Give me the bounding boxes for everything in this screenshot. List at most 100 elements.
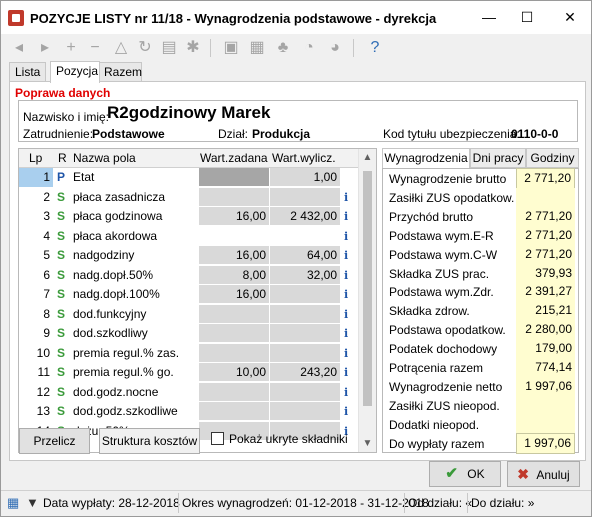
ok-button[interactable]: ✔ OK [429,461,501,487]
table-row[interactable]: 10 Spremia regul.% zas. i [19,343,358,363]
position-panel: Poprawa danych Nazwisko i imię: R2godzin… [9,81,586,461]
help-icon[interactable]: ? [365,38,385,58]
table-row[interactable]: 5 Snadgodziny 16,00 64,00 i [19,246,358,265]
info-icon[interactable]: i [344,363,356,382]
row-wart-zadana[interactable]: 16,00 [199,246,269,265]
first-icon[interactable]: ◂ [9,38,29,58]
col-nazwa[interactable]: Nazwa pola [73,151,136,165]
table-row[interactable]: 7 Snadg.dopł.100% 16,00 i [19,285,358,304]
info-icon[interactable]: i [344,266,356,285]
info-icon[interactable]: i [344,246,356,265]
info-icon[interactable]: i [344,207,356,226]
minimize-button[interactable]: — [469,1,509,34]
warning-icon[interactable]: △ [111,38,131,58]
struktura-kosztow-button[interactable]: Struktura kosztów [99,428,200,454]
row-wart-zadana[interactable]: 8,00 [199,265,269,285]
info-icon[interactable]: i [344,305,356,324]
row-wart-zadana[interactable] [199,304,269,324]
row-r: S [57,326,66,340]
przelicz-button[interactable]: Przelicz [19,428,90,454]
tab-pozycja[interactable]: Pozycja [50,61,100,83]
info-icon[interactable]: i [344,383,356,402]
row-wart-wylicz: 1,00 [270,168,340,187]
scroll-up-icon[interactable]: ▲ [359,149,376,166]
user-edit-icon[interactable]: ▦ [247,38,267,58]
col-wart-wylicz[interactable]: Wart.wylicz. [272,151,336,165]
table-row[interactable]: 12 Sdod.godz.nocne i [19,382,358,402]
calendar-icon[interactable]: ▦ [7,495,19,511]
table-row[interactable]: 8 Sdod.funkcyjny i [19,304,358,324]
info-icon[interactable]: i [344,324,356,343]
summary-row: Podstawa wym.C-W 2 771,20 [383,244,578,264]
users-icon[interactable]: ♣ [273,38,293,58]
row-wart-zadana[interactable]: 16,00 [199,285,269,304]
row-lp: 6 [43,267,50,282]
user-clock-icon[interactable]: ◕ [325,38,345,58]
grid-header: Lp R Nazwa pola Wart.zadana Wart.wylicz. [19,149,376,168]
col-wart-zadana[interactable]: Wart.zadana [200,151,268,165]
cancel-button[interactable]: ✖ Anuluj [507,461,580,487]
next-icon[interactable]: ▸ [35,38,55,58]
row-name: płaca zasadnicza [73,189,166,204]
info-icon[interactable]: i [344,188,356,207]
info-icon[interactable]: i [344,402,356,421]
table-row[interactable]: 9 Sdod.szkodliwy i [19,324,358,343]
row-wart-zadana[interactable] [199,324,269,343]
add-icon[interactable]: + [61,38,81,58]
scroll-thumb[interactable] [363,171,372,406]
print-icon[interactable]: ▤ [159,38,179,58]
settings-icon[interactable]: ✱ [183,38,203,58]
close-button[interactable]: ✕ [550,1,590,34]
toolbar-separator [353,39,354,57]
remove-icon[interactable]: − [85,38,105,58]
tab-wynagrodzenia[interactable]: Wynagrodzenia [382,148,470,168]
row-wart-zadana[interactable] [199,226,269,246]
row-wart-zadana[interactable] [199,343,269,363]
tab-godziny[interactable]: Godziny [526,148,579,168]
table-row[interactable]: 1 P Etat 1,00 [19,168,358,187]
tab-razem[interactable]: Razem [98,62,142,82]
tab-lista[interactable]: Lista [9,62,46,82]
row-wart-zadana[interactable] [199,382,269,402]
row-wart-zadana[interactable]: 10,00 [199,363,269,382]
table-row[interactable]: 4 Spłaca akordowa i [19,226,358,246]
summary-value: 2 771,20 [516,225,575,245]
summary-label: Podstawa wym.Zdr. [389,285,494,300]
grid-scrollbar[interactable]: ▲ ▼ [358,149,376,452]
summary-label: Podstawa opodatkow. [389,323,506,338]
row-wart-zadana[interactable] [199,187,269,207]
row-r: S [57,365,66,379]
table-row[interactable]: 11 Spremia regul.% go. 10,00 243,20 i [19,363,358,382]
table-row[interactable]: 2 Spłaca zasadnicza i [19,187,358,207]
summary-tabs: Wynagrodzenia Dni pracy Godziny [382,148,579,168]
table-row[interactable]: 13 Sdod.godz.szkodliwe i [19,402,358,421]
row-wart-wylicz [270,343,340,363]
summary-row: Potrącenia razem 774,14 [383,358,578,377]
table-row[interactable]: 6 Snadg.dopł.50% 8,00 32,00 i [19,265,358,285]
tab-dni-pracy[interactable]: Dni pracy [470,148,526,168]
row-wart-wylicz [270,382,340,402]
info-icon[interactable] [344,168,356,187]
scroll-down-icon[interactable]: ▼ [359,435,376,452]
table-row[interactable]: 3 Spłaca godzinowa 16,00 2 432,00 i [19,207,358,226]
info-icon[interactable]: i [344,227,356,246]
summary-value: 379,93 [516,263,575,283]
info-icon[interactable]: i [344,285,356,304]
summary-row: Do wypłaty razem 1 997,06 [383,432,578,454]
maximize-button[interactable]: ☐ [507,1,547,34]
row-wart-zadana[interactable]: 16,00 [199,207,269,226]
col-r[interactable]: R [58,151,67,165]
history-icon[interactable]: ◔ [299,38,319,58]
row-wart-wylicz [270,187,340,207]
row-wart-zadana[interactable] [199,402,269,421]
user-list-icon[interactable]: ▣ [221,38,241,58]
row-lp: 7 [43,287,50,301]
info-icon[interactable]: i [344,344,356,363]
col-lp[interactable]: Lp [29,151,42,165]
refresh-icon[interactable]: ↻ [135,38,155,58]
filter-icon[interactable]: ▼ [26,495,39,510]
summary-value: 774,14 [516,358,575,377]
summary-row: Wynagrodzenie netto 1 997,06 [383,376,578,396]
show-hidden-checkbox[interactable] [211,432,224,445]
row-wart-zadana[interactable] [199,168,269,187]
